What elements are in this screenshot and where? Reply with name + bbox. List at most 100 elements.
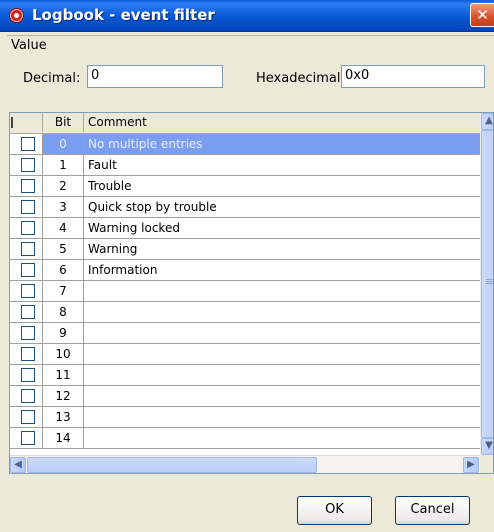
comment-cell[interactable] [84,365,480,385]
row-checkbox[interactable] [21,326,35,340]
bit-cell: 7 [43,281,84,301]
bit-cell: 12 [43,386,84,406]
chevron-down-icon: ▼ [485,440,493,451]
table-row[interactable]: 3 Quick stop by trouble [10,197,480,218]
table-row[interactable]: 12 [10,386,480,407]
column-header-comment[interactable]: Comment [84,113,480,132]
bit-cell: 11 [43,365,84,385]
row-checkbox[interactable] [21,431,35,445]
row-checkbox[interactable] [21,137,35,151]
checkbox-cell [10,260,43,280]
checkbox-cell [10,197,43,217]
bit-cell: 5 [43,239,84,259]
grip-line [486,283,493,284]
chevron-left-icon: ◀ [14,459,22,470]
comment-cell[interactable] [84,302,480,322]
row-checkbox[interactable] [21,305,35,319]
row-checkbox[interactable] [21,158,35,172]
comment-cell[interactable] [84,344,480,364]
bit-cell: 6 [43,260,84,280]
comment-cell[interactable] [84,407,480,427]
table-row[interactable]: 11 [10,365,480,386]
table-row[interactable]: 14 [10,428,480,449]
vertical-scroll-thumb[interactable] [481,130,493,438]
bit-table[interactable]: Bit Comment 0 No multiple entries 1 Fault 2 T… [9,112,494,474]
row-checkbox[interactable] [21,368,35,382]
comment-cell[interactable]: No multiple entries [84,134,480,154]
comment-cell[interactable]: Quick stop by trouble [84,197,480,217]
bit-cell: 9 [43,323,84,343]
checkbox-cell [10,365,43,385]
row-checkbox[interactable] [21,410,35,424]
checkbox-cell [10,176,43,196]
hexadecimal-input[interactable]: 0x0 [341,65,485,88]
grip-line [486,279,493,280]
bit-cell: 1 [43,155,84,175]
row-checkbox[interactable] [21,263,35,277]
table-row[interactable]: 4 Warning locked [10,218,480,239]
ok-button[interactable]: OK [297,496,372,525]
row-checkbox[interactable] [21,347,35,361]
grip-line [486,281,493,282]
table-row[interactable]: 7 [10,281,480,302]
table-row[interactable]: 6 Information [10,260,480,281]
bit-cell: 2 [43,176,84,196]
comment-cell[interactable]: Information [84,260,480,280]
checkbox-cell [10,386,43,406]
comment-cell[interactable] [84,323,480,343]
chevron-right-icon: ▶ [467,459,475,470]
comment-cell[interactable]: Fault [84,155,480,175]
row-checkbox[interactable] [21,389,35,403]
row-checkbox[interactable] [21,242,35,256]
table-row[interactable]: 8 [10,302,480,323]
column-header-bit[interactable]: Bit [43,113,84,132]
table-row[interactable]: 1 Fault [10,155,480,176]
column-header-check[interactable] [10,113,43,132]
table-row[interactable]: 10 [10,344,480,365]
scroll-down-button[interactable]: ▼ [481,438,493,455]
checkbox-cell [10,155,43,175]
comment-cell[interactable]: Warning locked [84,218,480,238]
scroll-left-button[interactable]: ◀ [10,457,26,473]
close-button[interactable]: ✕ [470,3,494,27]
table-row[interactable]: 0 No multiple entries [10,134,480,155]
table-row[interactable]: 5 Warning [10,239,480,260]
checkbox-cell [10,281,43,301]
scroll-right-button[interactable]: ▶ [463,457,479,473]
scroll-up-button[interactable]: ▲ [481,113,493,130]
table-row[interactable]: 13 [10,407,480,428]
table-body: 0 No multiple entries 1 Fault 2 Trouble 3 Quick… [10,134,480,449]
checkbox-cell [10,218,43,238]
checkbox-cell [10,344,43,364]
row-checkbox[interactable] [21,179,35,193]
table-header: Bit Comment [10,113,480,134]
comment-cell[interactable] [84,428,480,448]
scrollbar-corner [480,455,493,473]
bit-cell: 8 [43,302,84,322]
comment-cell[interactable] [84,281,480,301]
title-bar[interactable]: Logbook - event filter ✕ [0,0,494,32]
comment-cell[interactable]: Trouble [84,176,480,196]
window-title: Logbook - event filter [32,6,215,24]
checkbox-cell [10,428,43,448]
bit-cell: 10 [43,344,84,364]
row-checkbox[interactable] [21,221,35,235]
table-row[interactable]: 9 [10,323,480,344]
table-row[interactable]: 2 Trouble [10,176,480,197]
bit-cell: 4 [43,218,84,238]
value-group-label: Value [10,38,48,53]
checkbox-cell [10,407,43,427]
comment-cell[interactable] [84,386,480,406]
horizontal-scrollbar[interactable]: ◀ ▶ [10,455,480,473]
row-checkbox[interactable] [21,200,35,214]
decimal-input[interactable]: 0 [87,65,223,88]
row-checkbox[interactable] [21,284,35,298]
close-icon: ✕ [476,6,489,24]
bit-cell: 13 [43,407,84,427]
vertical-scrollbar[interactable]: ▲ ▼ [480,113,493,455]
horizontal-scroll-thumb[interactable] [27,457,317,473]
cancel-button[interactable]: Cancel [395,496,470,525]
comment-cell[interactable]: Warning [84,239,480,259]
chevron-up-icon: ▲ [485,115,493,126]
hexadecimal-label: Hexadecimal: [256,71,345,86]
